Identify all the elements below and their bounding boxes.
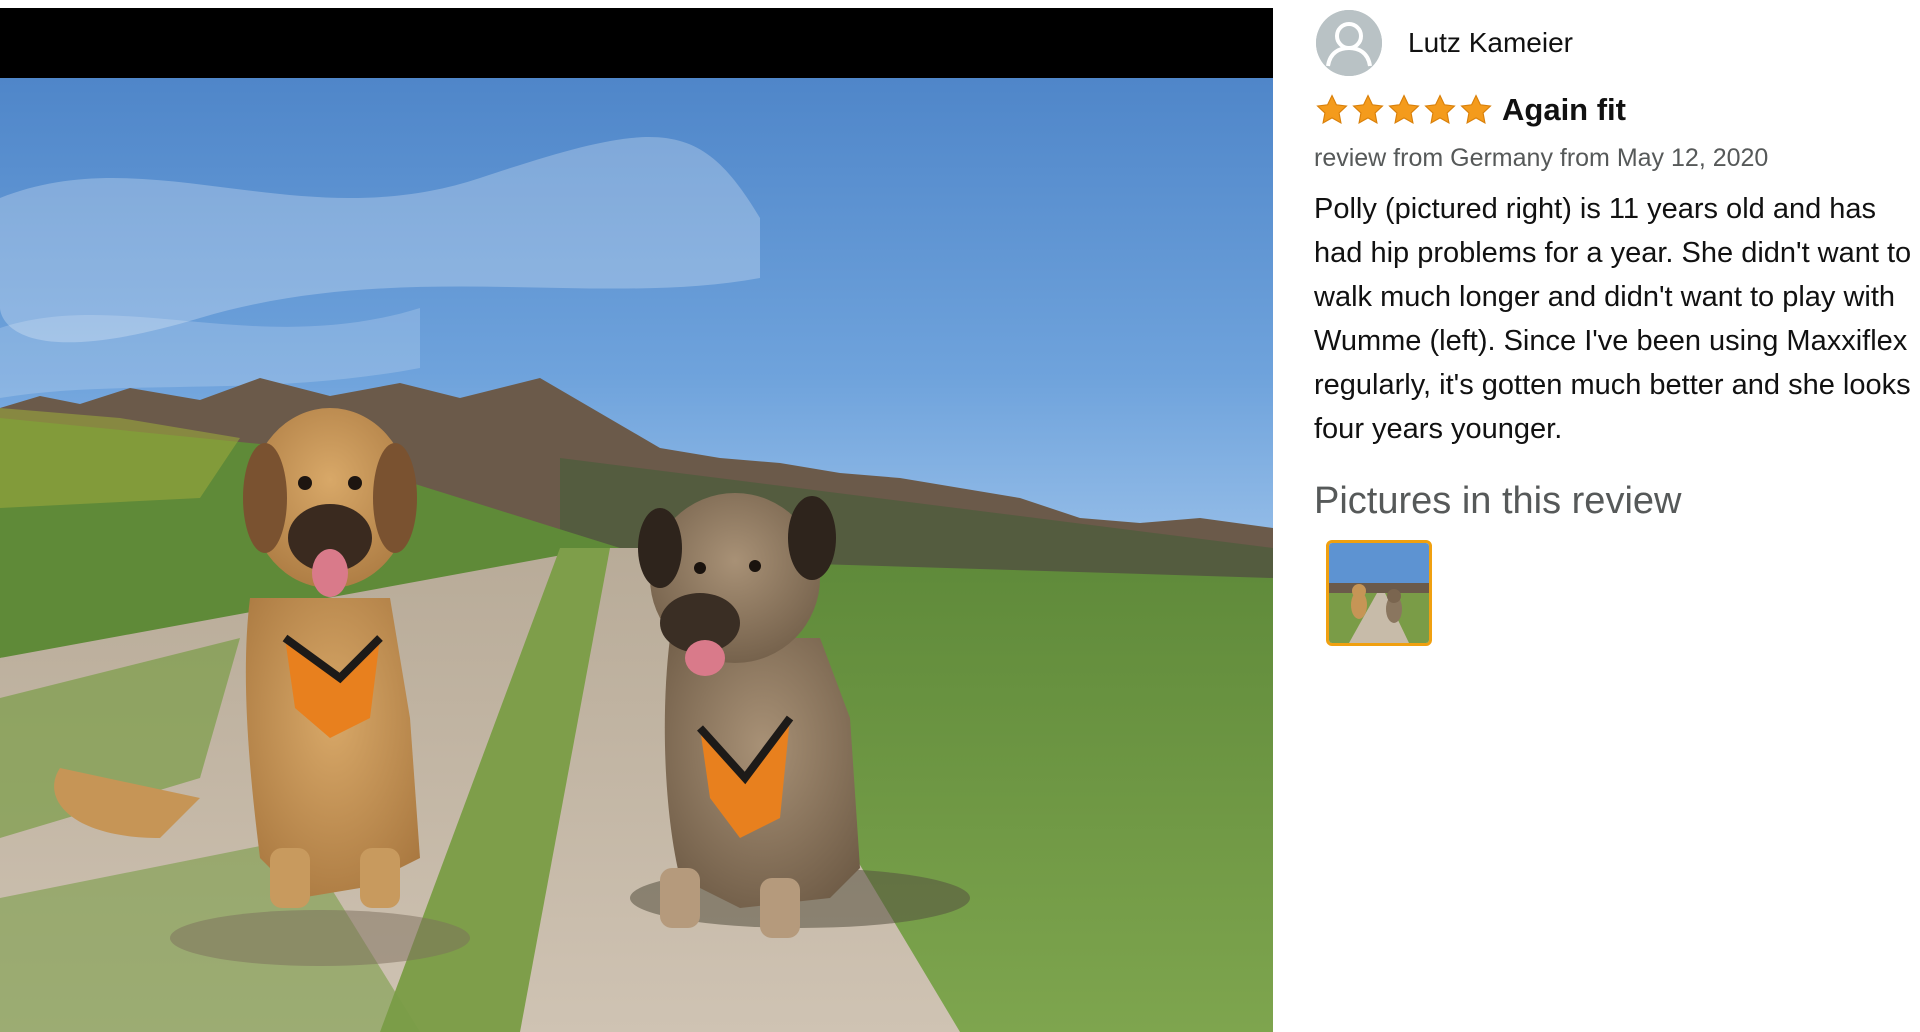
star-filled-icon: [1458, 93, 1494, 127]
image-viewer: [0, 0, 1273, 1032]
pictures-heading: Pictures in this review: [1314, 480, 1682, 522]
star-filled-icon: [1386, 93, 1422, 127]
review-body: Polly (pictured right) is 11 years old a…: [1314, 193, 1912, 445]
review-panel: Lutz Kameier Again fit review from Germa…: [1314, 0, 1920, 1032]
reviewer-profile[interactable]: Lutz Kameier: [1316, 10, 1573, 76]
review-rating-row: Again fit: [1314, 92, 1626, 128]
user-silhouette-icon: [1316, 10, 1382, 76]
star-filled-icon: [1422, 93, 1458, 127]
star-rating: [1314, 93, 1494, 127]
review-title[interactable]: Again fit: [1502, 92, 1626, 128]
reviewer-name[interactable]: Lutz Kameier: [1408, 27, 1573, 59]
viewer-top-bar: [0, 8, 1273, 78]
star-filled-icon: [1350, 93, 1386, 127]
review-meta: review from Germany from May 12, 2020: [1314, 144, 1769, 172]
review-image-popover: Lutz Kameier Again fit review from Germa…: [0, 0, 1920, 1032]
review-picture-thumbnail[interactable]: [1326, 540, 1432, 646]
review-photo-large: [0, 78, 1273, 1032]
star-filled-icon: [1314, 93, 1350, 127]
